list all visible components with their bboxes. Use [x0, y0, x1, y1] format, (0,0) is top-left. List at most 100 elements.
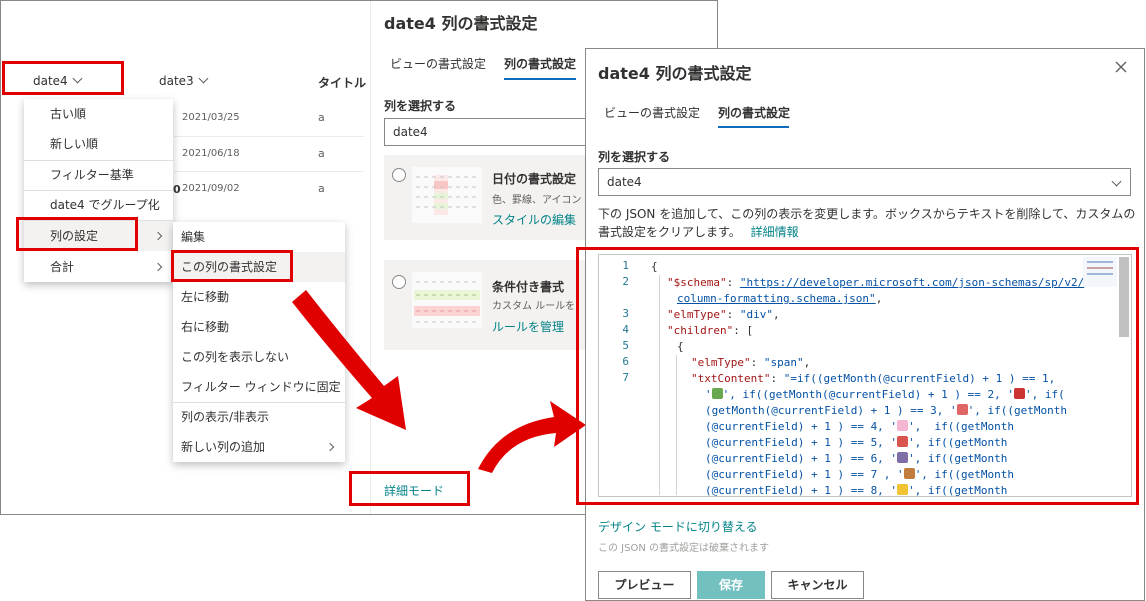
code-line: (getMonth(@currentField) + 1 ) == 3, ' ',…	[705, 404, 1068, 417]
line-number: 4	[622, 323, 629, 336]
json-editor[interactable]: 1 2 3 4 5 6 7 { "$schema": "https://deve…	[598, 254, 1132, 497]
menu-item-group-by[interactable]: date4 でグループ化	[24, 190, 173, 220]
chevron-down-icon	[198, 73, 209, 84]
tab-underline	[718, 126, 789, 128]
card-title: 日付の書式設定	[492, 172, 577, 186]
row-divider	[174, 136, 364, 137]
edit-style-link[interactable]: スタイルの編集	[492, 211, 576, 228]
code-line: (@currentField) + 1 ) == 8, ' ', if((getM…	[705, 484, 1008, 497]
help-text-part: 書式設定をクリアします。	[598, 225, 741, 239]
menu-item-sort-desc[interactable]: 新しい順	[24, 129, 173, 159]
line-number: 5	[622, 339, 629, 352]
select-label: 列を選択する	[598, 150, 671, 164]
tab-underline	[504, 78, 576, 80]
table-cell: a	[318, 182, 325, 195]
code-line: {	[651, 260, 658, 273]
select-value: date4	[607, 175, 642, 189]
row-divider	[174, 171, 364, 172]
chevron-down-icon	[1111, 176, 1122, 187]
design-mode-link[interactable]: デザイン モードに切り替える	[598, 518, 757, 535]
tab-column-format[interactable]: 列の書式設定	[504, 55, 576, 72]
preview-button[interactable]: プレビュー	[598, 571, 691, 599]
close-icon[interactable]	[1115, 61, 1127, 73]
menu-item-label: 合計	[50, 260, 75, 274]
line-number: 3	[622, 307, 629, 320]
column-select[interactable]: date4	[384, 118, 594, 146]
month-emoji-icon	[1014, 388, 1026, 399]
column-select[interactable]: date4	[598, 168, 1131, 196]
panel-title: date4 列の書式設定	[384, 14, 538, 33]
table-cell: a	[318, 147, 325, 160]
submenu-item-edit[interactable]: 編集	[173, 222, 345, 252]
code-line: ' ', if((getMonth(@currentField) + 1 ) ==…	[705, 388, 1065, 401]
menu-item-label: 新しい列の追加	[181, 440, 266, 454]
red-arrow-right	[478, 401, 586, 473]
highlight-box-date4	[2, 61, 124, 95]
code-line: "elmType": "div",	[667, 308, 780, 321]
tab-column-format[interactable]: 列の書式設定	[718, 104, 790, 121]
code-line: {	[677, 340, 684, 353]
date-format-card[interactable]: 日付の書式設定 色、罫線、アイコン スタイルの編集	[384, 155, 594, 240]
column-header-title[interactable]: タイトル	[318, 74, 366, 91]
conditional-format-preview-icon	[412, 272, 482, 328]
column-dropdown-menu: 古い順 新しい順 フィルター基準 date4 でグループ化 列の設定 合計	[24, 99, 173, 282]
highlight-box-column-settings	[16, 217, 138, 251]
indent-guide	[659, 275, 660, 495]
column-header-label: date3	[159, 74, 194, 88]
chevron-right-icon	[153, 231, 163, 241]
code-line: (@currentField) + 1 ) == 6, ' ', if((getM…	[705, 452, 1008, 465]
month-emoji-icon	[897, 436, 909, 447]
table-cell: 2021/09/02	[182, 183, 240, 194]
cancel-button[interactable]: キャンセル	[771, 571, 864, 599]
column-header-label: タイトル	[318, 76, 367, 90]
month-emoji-icon	[956, 404, 968, 415]
manage-rules-link[interactable]: ルールを管理	[492, 318, 564, 335]
learn-more-link[interactable]: 詳細情報	[751, 225, 799, 239]
column-header-date3[interactable]: date3	[159, 73, 209, 88]
table-cell: 2021/03/25	[182, 112, 240, 123]
menu-item-sort-asc[interactable]: 古い順	[24, 99, 173, 129]
month-emoji-icon	[711, 388, 723, 399]
code-line: column-formatting.schema.json",	[677, 292, 883, 305]
line-number: 6	[622, 355, 629, 368]
code-line: "elmType": "span",	[691, 356, 811, 369]
code-line: (@currentField) + 1 ) == 4, ' ', if((getM…	[705, 420, 1015, 433]
code-line: (@currentField) + 1 ) == 5, ' ', if((getM…	[705, 436, 1008, 449]
panel-title: date4 列の書式設定	[598, 64, 752, 83]
red-arrow-down	[292, 290, 406, 430]
month-emoji-icon	[903, 468, 915, 479]
partial-digit: 0	[173, 183, 181, 196]
table-cell: 2021/06/18	[182, 148, 240, 159]
month-emoji-icon	[897, 484, 909, 495]
menu-item-totals[interactable]: 合計	[24, 252, 173, 282]
month-emoji-icon	[897, 420, 909, 431]
code-line: "children": [	[667, 324, 754, 337]
code-line: "$schema": "https://developer.microsoft.…	[667, 276, 1085, 289]
indent-guide	[676, 355, 677, 495]
card-description: 色、罫線、アイコン	[492, 195, 582, 206]
save-button[interactable]: 保存	[697, 571, 765, 599]
line-number: 2	[622, 275, 629, 288]
tab-view-format[interactable]: ビューの書式設定	[604, 104, 700, 121]
line-number: 7	[622, 371, 629, 384]
highlight-box-advanced-mode	[349, 471, 470, 506]
card-title: 条件付き書式	[492, 280, 565, 294]
help-text: 下の JSON を追加して、この列の表示を変更します。ボックスからテキストを削除…	[598, 207, 1136, 221]
card-description: カスタム ルールを	[492, 301, 576, 312]
month-emoji-icon	[897, 452, 909, 463]
discard-note: この JSON の書式設定は破棄されます	[598, 543, 770, 554]
help-text-line2: 書式設定をクリアします。 詳細情報	[598, 223, 799, 240]
radio-button[interactable]	[392, 168, 406, 182]
editor-minimap[interactable]	[1083, 257, 1117, 287]
date-format-preview-icon	[412, 167, 482, 223]
select-label: 列を選択する	[384, 99, 457, 113]
code-line: "txtContent": "=if((getMonth(@currentFie…	[691, 372, 1056, 385]
chevron-right-icon	[153, 262, 163, 272]
table-cell: a	[318, 111, 325, 124]
line-number: 1	[622, 259, 629, 272]
highlight-box-format-column	[171, 250, 293, 282]
code-line: (@currentField) + 1 ) == 7 , ' ', if((get…	[705, 468, 1015, 481]
menu-item-filter[interactable]: フィルター基準	[24, 160, 173, 190]
editor-scrollbar-thumb[interactable]	[1119, 257, 1129, 337]
tab-view-format[interactable]: ビューの書式設定	[390, 55, 486, 72]
